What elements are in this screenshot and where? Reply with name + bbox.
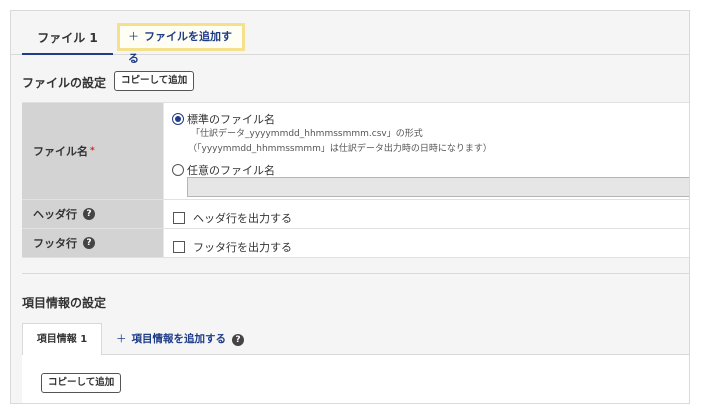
- standard-file-name-radio[interactable]: [172, 112, 184, 125]
- custom-file-name-text: 任意のファイル名: [187, 163, 275, 177]
- footer-row: フッタ行? フッタ行を出力する: [22, 229, 689, 258]
- required-mark: *: [90, 146, 95, 156]
- header-row-value: ヘッダ行を出力する: [164, 200, 689, 228]
- custom-file-name-input[interactable]: [187, 177, 689, 197]
- standard-file-name-option[interactable]: 標準のファイル名: [172, 108, 275, 127]
- copy-item-button[interactable]: コピーして追加: [41, 373, 122, 393]
- plus-icon: ＋: [128, 30, 139, 43]
- custom-file-name-option[interactable]: 任意のファイル名: [172, 159, 275, 178]
- file-settings-panel: ファイル 1 ＋ファイルを追加する ファイルの設定 コピーして追加 ファイル名 *…: [10, 10, 690, 404]
- file-name-value: 標準のファイル名 「仕訳データ_yyyymmdd_hhmmssmmm.csv」の…: [164, 103, 689, 199]
- header-row-option-text: ヘッダ行を出力する: [193, 211, 292, 225]
- footer-row-label-text: フッタ行: [33, 237, 77, 250]
- header-row-label: ヘッダ行?: [22, 200, 164, 228]
- plus-icon: ＋: [116, 333, 127, 345]
- help-icon[interactable]: ?: [83, 237, 95, 249]
- add-file-tab[interactable]: ＋ファイルを追加する: [117, 23, 245, 65]
- header-row-checkbox[interactable]: [173, 211, 185, 224]
- file-name-row: ファイル名 * 標準のファイル名 「仕訳データ_yyyymmdd_hhmmssmm…: [22, 103, 689, 200]
- tab-file-1[interactable]: ファイル 1: [22, 27, 113, 55]
- footer-row-option-text: フッタ行を出力する: [193, 240, 292, 254]
- tab-item-1-label: 項目情報 1: [36, 334, 88, 345]
- section-divider: [22, 273, 689, 274]
- header-row: ヘッダ行? ヘッダ行を出力する: [22, 200, 689, 229]
- copy-file-button[interactable]: コピーして追加: [114, 71, 195, 91]
- file-name-label: ファイル名 *: [22, 103, 164, 199]
- file-name-label-text: ファイル名: [33, 145, 88, 158]
- custom-file-name-radio[interactable]: [172, 163, 184, 176]
- add-item-label: 項目情報を追加する: [131, 333, 227, 345]
- footer-row-label: フッタ行?: [22, 229, 164, 257]
- help-icon[interactable]: ?: [83, 208, 95, 220]
- file-settings-title: ファイルの設定: [22, 76, 107, 90]
- item-settings-title: 項目情報の設定: [22, 296, 107, 310]
- tab-item-1[interactable]: 項目情報 1: [22, 323, 102, 356]
- item-tab-bar: 項目情報 1 ＋ 項目情報を追加する?: [22, 323, 689, 356]
- standard-file-name-text: 標準のファイル名: [187, 112, 275, 126]
- add-item-tab[interactable]: ＋ 項目情報を追加する?: [116, 331, 244, 346]
- footer-row-checkbox[interactable]: [173, 240, 185, 253]
- footer-row-value: フッタ行を出力する: [164, 229, 689, 257]
- file-settings-table: ファイル名 * 標準のファイル名 「仕訳データ_yyyymmdd_hhmmssmm…: [22, 102, 689, 258]
- footer-row-option[interactable]: フッタ行を出力する: [173, 236, 292, 255]
- header-row-option[interactable]: ヘッダ行を出力する: [173, 207, 292, 226]
- standard-file-name-note-2: （「yyyymmdd_hhmmssmmm」は仕訳データ出力時の日時になります）: [188, 144, 492, 154]
- standard-file-name-note-1: 「仕訳データ_yyyymmdd_hhmmssmmm.csv」の形式: [191, 129, 423, 139]
- add-file-label: ファイルを追加する: [128, 30, 232, 65]
- item-panel: コピーして追加: [22, 355, 689, 403]
- help-icon[interactable]: ?: [232, 334, 244, 346]
- header-row-label-text: ヘッダ行: [33, 208, 77, 221]
- tab-file-1-label: ファイル 1: [37, 31, 98, 45]
- file-tab-bar: ファイル 1 ＋ファイルを追加する: [11, 11, 689, 65]
